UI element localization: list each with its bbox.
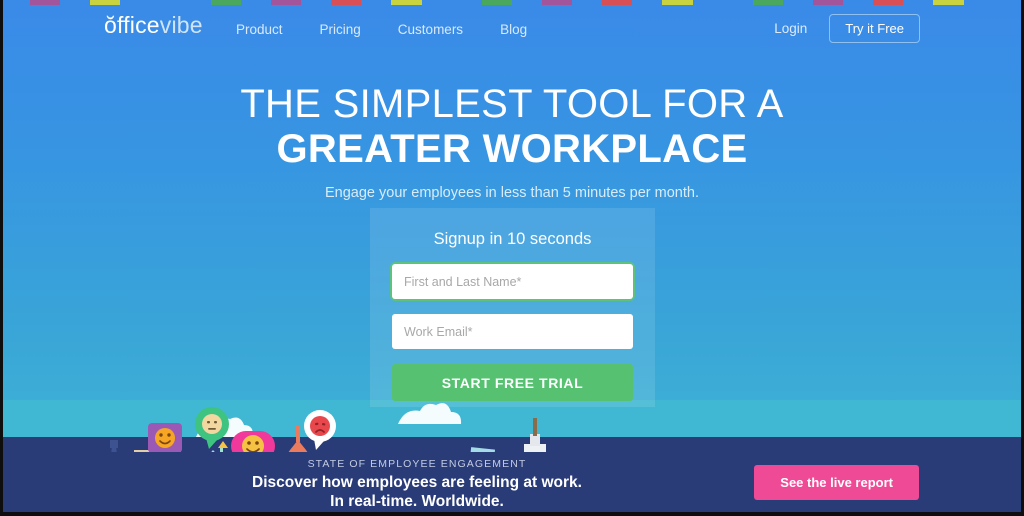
- hero-subheadline: Engage your employees in less than 5 min…: [325, 184, 699, 201]
- top-strip-segment: [933, 0, 964, 5]
- top-strip-segment: [270, 0, 302, 5]
- top-strip-segment: [210, 0, 241, 5]
- hero-headline-line-2: GREATER WORKPLACE: [276, 126, 748, 171]
- nav-item-customers[interactable]: Customers: [398, 22, 463, 37]
- top-strip-segment: [963, 0, 994, 5]
- top-strip-segment: [632, 0, 663, 5]
- hero-headline-line-1: THE SIMPLEST TOOL FOR A: [240, 82, 784, 126]
- full-name-input[interactable]: [392, 264, 633, 299]
- officevibe-logo[interactable]: ŏfficevibe: [104, 14, 203, 37]
- top-strip-segment: [602, 0, 633, 5]
- top-strip-segment: [391, 0, 422, 5]
- banner-kicker: STATE OF EMPLOYEE ENGAGEMENT: [307, 458, 527, 470]
- banner-tagline-line-1: Discover how employees are feeling at wo…: [252, 474, 582, 491]
- top-strip-segment: [722, 0, 753, 5]
- see-live-report-button[interactable]: See the live report: [754, 465, 919, 500]
- top-strip-segment: [421, 0, 452, 5]
- top-strip-segment: [662, 0, 693, 5]
- report-banner: STATE OF EMPLOYEE ENGAGEMENT Discover ho…: [0, 452, 1024, 516]
- top-strip-segment: [481, 0, 512, 5]
- top-strip-segment: [30, 0, 61, 5]
- left-edge-border: [0, 0, 3, 516]
- login-link[interactable]: Login: [774, 21, 807, 36]
- top-strip-segment: [873, 0, 904, 5]
- top-strip-segment: [572, 0, 603, 5]
- signup-form: START FREE TRIAL: [370, 264, 655, 401]
- top-strip-segment: [150, 0, 181, 5]
- top-strip-segment: [451, 0, 482, 5]
- top-strip-segment: [361, 0, 392, 5]
- top-strip-segment: [752, 0, 783, 5]
- landing-page: ŏfficevibe Product Pricing Customers Blo…: [0, 0, 1024, 516]
- work-email-input[interactable]: [392, 314, 633, 349]
- try-it-free-button[interactable]: Try it Free: [829, 14, 920, 43]
- banner-tagline-line-2: In real-time. Worldwide.: [330, 493, 504, 511]
- header-actions: Login Try it Free: [774, 14, 920, 43]
- top-strip-segment: [541, 0, 573, 5]
- signup-card: Signup in 10 seconds START FREE TRIAL: [370, 208, 655, 407]
- top-strip-segment: [180, 0, 211, 5]
- top-strip-segment: [511, 0, 542, 5]
- top-strip-segment: [993, 0, 1024, 5]
- top-strip-segment: [0, 0, 31, 5]
- nav-item-product[interactable]: Product: [236, 22, 283, 37]
- top-color-strip: [0, 0, 1024, 5]
- top-strip-segment: [812, 0, 844, 5]
- logo-accent-text: vibe: [159, 12, 203, 38]
- top-strip-segment: [120, 0, 151, 5]
- primary-nav: Product Pricing Customers Blog: [236, 22, 527, 37]
- top-strip-segment: [90, 0, 121, 5]
- top-strip-segment: [331, 0, 362, 5]
- top-strip-segment: [903, 0, 934, 5]
- top-strip-segment: [782, 0, 813, 5]
- top-strip-segment: [60, 0, 91, 5]
- nav-item-blog[interactable]: Blog: [500, 22, 527, 37]
- signup-card-title: Signup in 10 seconds: [433, 230, 592, 248]
- logo-main-text: ŏffice: [104, 12, 160, 38]
- hero-section: THE SIMPLEST TOOL FOR A GREATER WORKPLAC…: [0, 82, 1024, 201]
- nav-item-pricing[interactable]: Pricing: [320, 22, 361, 37]
- top-strip-segment: [843, 0, 874, 5]
- site-header: ŏfficevibe Product Pricing Customers Blo…: [0, 5, 1024, 50]
- bottom-edge-border: [0, 512, 1024, 516]
- top-strip-segment: [692, 0, 723, 5]
- top-strip-segment: [301, 0, 332, 5]
- start-free-trial-button[interactable]: START FREE TRIAL: [392, 364, 633, 401]
- top-strip-segment: [240, 0, 271, 5]
